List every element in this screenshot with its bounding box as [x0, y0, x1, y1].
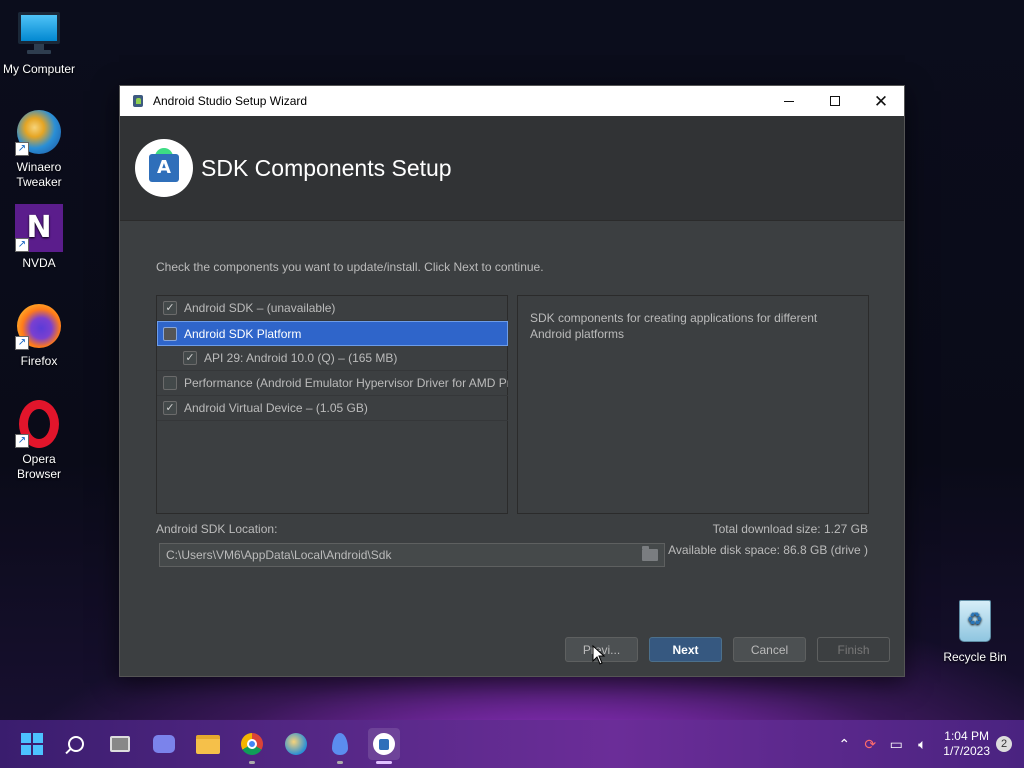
- desktop-icon-recycle-bin[interactable]: ♻ Recycle Bin: [936, 598, 1014, 665]
- checkbox-api-29[interactable]: ✓: [183, 351, 197, 365]
- minimize-icon: [784, 100, 794, 102]
- component-row-performance[interactable]: Performance (Android Emulator Hypervisor…: [157, 371, 508, 396]
- running-indicator: [337, 761, 343, 764]
- firefox-icon: ↗: [15, 302, 63, 350]
- chat-icon: [153, 735, 175, 753]
- desktop-icon-winaero-tweaker[interactable]: ↗ Winaero Tweaker: [0, 108, 78, 190]
- desktop-icon-my-computer[interactable]: My Computer: [0, 10, 78, 77]
- task-view-button[interactable]: [104, 728, 136, 760]
- search-icon: [68, 736, 84, 752]
- desktop-icon-label: Recycle Bin: [943, 650, 1007, 664]
- winaero-taskbar-button[interactable]: [280, 728, 312, 760]
- component-label: Android SDK Platform: [184, 326, 302, 341]
- desktop-icon-label: Opera: [22, 452, 56, 466]
- start-icon: [21, 733, 43, 755]
- next-button[interactable]: Next: [649, 637, 722, 662]
- file-explorer-icon: [196, 734, 220, 754]
- shortcut-arrow-icon: ↗: [15, 336, 29, 350]
- component-row-sdk-platform[interactable]: Android SDK Platform: [157, 321, 508, 346]
- setup-wizard-window: Android Studio Setup Wizard ✕ A SDK Comp…: [119, 85, 905, 677]
- mouse-cursor-icon: [592, 645, 606, 665]
- file-explorer-button[interactable]: [192, 728, 224, 760]
- total-download-size: Total download size: 1.27 GB: [712, 522, 868, 536]
- volume-icon[interactable]: 🔈︎: [909, 736, 935, 753]
- running-indicator: [249, 761, 255, 764]
- chrome-icon: [241, 733, 263, 755]
- available-disk-space: Available disk space: 86.8 GB (drive ): [668, 543, 868, 557]
- window-title: Android Studio Setup Wizard: [153, 94, 308, 108]
- drop-icon: [332, 733, 348, 755]
- desktop-icon-label: Winaero: [16, 160, 62, 174]
- clock-date: 1/7/2023: [943, 744, 990, 758]
- component-description: SDK components for creating applications…: [517, 295, 869, 514]
- wizard-heading: SDK Components Setup: [201, 154, 452, 181]
- android-studio-icon: [373, 733, 395, 755]
- sdk-location-label: Android SDK Location:: [156, 522, 278, 536]
- wizard-content: Check the components you want to update/…: [120, 222, 904, 676]
- component-label: Performance (Android Emulator Hypervisor…: [184, 376, 508, 390]
- start-button[interactable]: [16, 728, 48, 760]
- clock-time: 1:04 PM: [944, 729, 989, 743]
- network-icon[interactable]: ▭: [883, 736, 909, 753]
- checkbox-performance[interactable]: [163, 376, 177, 390]
- desktop-icon-label: Browser: [16, 467, 61, 481]
- instruction-text: Check the components you want to update/…: [156, 260, 544, 274]
- sdk-location-field[interactable]: C:\Users\VM6\AppData\Local\Android\Sdk: [159, 543, 665, 567]
- finish-button[interactable]: Finish: [817, 637, 890, 662]
- search-button[interactable]: [60, 728, 92, 760]
- android-studio-taskbar-button[interactable]: [368, 728, 400, 764]
- component-row-avd[interactable]: ✓ Android Virtual Device – (1.05 GB): [157, 396, 508, 421]
- desktop-icon-label: Tweaker: [16, 175, 62, 189]
- notification-badge[interactable]: 2: [996, 736, 1012, 752]
- desktop-icon-label: NVDA: [22, 256, 56, 270]
- window-titlebar[interactable]: Android Studio Setup Wizard ✕: [120, 86, 904, 116]
- component-label: API 29: Android 10.0 (Q) – (165 MB): [204, 351, 398, 365]
- wizard-header: A SDK Components Setup: [120, 116, 904, 221]
- folder-browse-icon[interactable]: [642, 546, 658, 561]
- active-indicator: [376, 761, 392, 764]
- system-tray: ⌃ ⟳ ▭ 🔈︎ 1:04 PM 1/7/2023 2: [831, 720, 1024, 768]
- component-row-api-29[interactable]: ✓ API 29: Android 10.0 (Q) – (165 MB): [157, 346, 508, 371]
- sdk-location-value: C:\Users\VM6\AppData\Local\Android\Sdk: [166, 548, 392, 562]
- drop-taskbar-button[interactable]: [324, 728, 356, 764]
- winaero-icon: [285, 733, 307, 755]
- nvda-icon: N ↗: [15, 204, 63, 252]
- close-button[interactable]: ✕: [858, 86, 904, 116]
- winaero-icon: ↗: [15, 108, 63, 156]
- minimize-button[interactable]: [766, 86, 812, 116]
- desktop-icon-label: My Computer: [2, 62, 76, 76]
- component-label: Android Virtual Device – (1.05 GB): [184, 401, 368, 415]
- maximize-icon: [830, 96, 840, 106]
- chrome-button[interactable]: [236, 728, 268, 764]
- taskbar: ⌃ ⟳ ▭ 🔈︎ 1:04 PM 1/7/2023 2: [0, 720, 1024, 768]
- close-icon: ✕: [873, 91, 889, 111]
- opera-icon: ↗: [15, 400, 63, 448]
- android-studio-icon: [131, 94, 145, 108]
- android-studio-logo-icon: A: [135, 139, 193, 197]
- checkbox-avd[interactable]: ✓: [163, 401, 177, 415]
- shortcut-arrow-icon: ↗: [15, 142, 29, 156]
- component-label: Android SDK – (unavailable): [184, 301, 336, 315]
- desktop-icon-firefox[interactable]: ↗ Firefox: [0, 302, 78, 369]
- maximize-button[interactable]: [812, 86, 858, 116]
- desktop-icon-opera[interactable]: ↗ Opera Browser: [0, 400, 78, 482]
- checkbox-android-sdk[interactable]: ✓: [163, 301, 177, 315]
- shortcut-arrow-icon: ↗: [15, 238, 29, 252]
- recycle-bin-icon: ♻: [951, 598, 999, 646]
- sync-icon[interactable]: ⟳: [857, 736, 883, 753]
- component-row-android-sdk[interactable]: ✓ Android SDK – (unavailable): [157, 296, 508, 321]
- description-text: SDK components for creating applications…: [530, 311, 818, 341]
- computer-icon: [15, 10, 63, 58]
- clock[interactable]: 1:04 PM 1/7/2023: [943, 729, 990, 759]
- desktop-icon-nvda[interactable]: N ↗ NVDA: [0, 204, 78, 271]
- shortcut-arrow-icon: ↗: [15, 434, 29, 448]
- checkbox-sdk-platform[interactable]: [163, 326, 177, 341]
- component-tree[interactable]: ✓ Android SDK – (unavailable) Android SD…: [156, 295, 508, 514]
- task-view-icon: [110, 736, 130, 752]
- desktop-icon-label: Firefox: [20, 354, 58, 368]
- chat-button[interactable]: [148, 728, 180, 760]
- cancel-button[interactable]: Cancel: [733, 637, 806, 662]
- chevron-up-icon[interactable]: ⌃: [831, 736, 857, 753]
